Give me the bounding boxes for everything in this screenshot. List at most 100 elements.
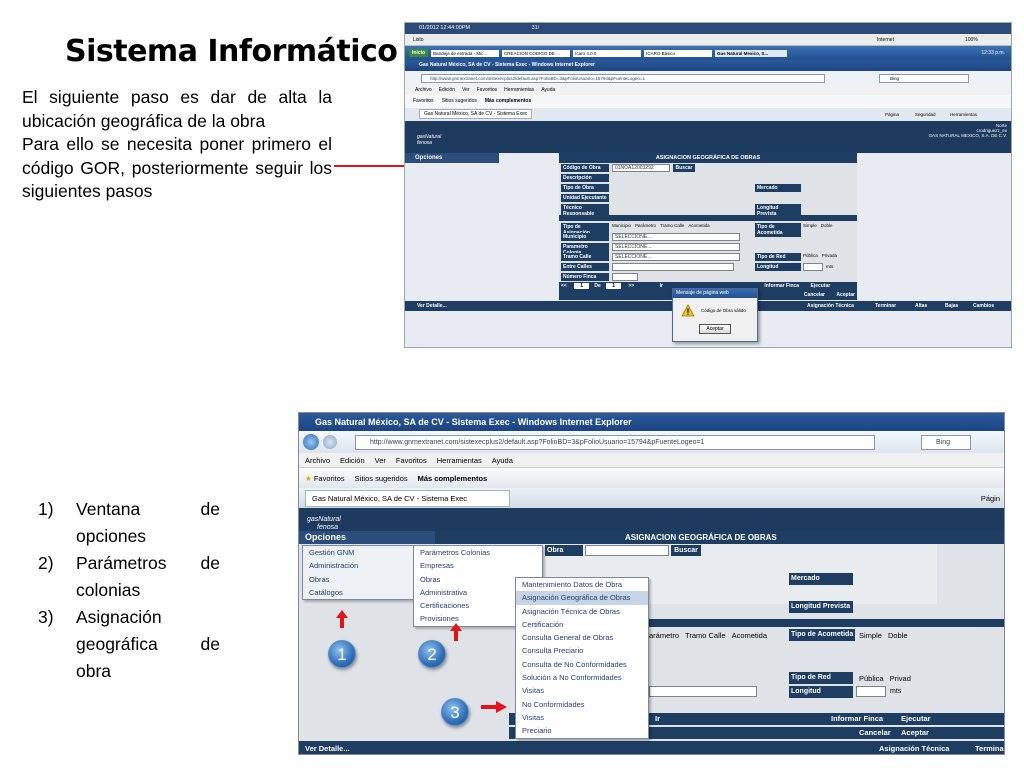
radio-simple[interactable]: Simple bbox=[803, 223, 817, 228]
ver-detalle-link[interactable]: Ver Detalle... bbox=[417, 303, 447, 309]
menu-item-preciario[interactable]: Preciario bbox=[516, 724, 648, 737]
buscar-button[interactable]: Buscar bbox=[673, 164, 695, 172]
suggested-sites[interactable]: Sitios sugeridos bbox=[355, 474, 408, 483]
options-header[interactable]: Opciones bbox=[299, 531, 435, 544]
codigo-input[interactable]: 01NOA12003292 bbox=[612, 164, 670, 172]
altas-button[interactable]: Altas bbox=[915, 301, 927, 311]
start-button[interactable]: Inicio bbox=[409, 49, 429, 57]
radio-doble[interactable]: Doble bbox=[821, 223, 833, 228]
menu-herramientas[interactable]: Herramientas bbox=[504, 85, 534, 95]
menu-item-mantenimiento[interactable]: Mantenimiento Datos de Obra bbox=[516, 578, 648, 591]
radio-acometida[interactable]: Acometida bbox=[732, 631, 767, 640]
menu-item-parametros-colonias[interactable]: Parámetros Colonias bbox=[414, 546, 542, 559]
aceptar-button[interactable]: Aceptar bbox=[901, 727, 929, 739]
menu-ver[interactable]: Ver bbox=[375, 456, 386, 465]
aceptar-button[interactable]: Aceptar bbox=[836, 292, 855, 298]
codigo-input[interactable] bbox=[585, 545, 669, 556]
menu-edicion[interactable]: Edición bbox=[340, 456, 365, 465]
address-bar[interactable]: http://www.gnmextranet.com/sistexecplus2… bbox=[355, 434, 875, 450]
terminar-button[interactable]: Terminar bbox=[875, 301, 896, 311]
pager-go[interactable]: Ir bbox=[655, 713, 660, 725]
taskbar-item[interactable]: ICARO Básico bbox=[644, 49, 713, 57]
pager-next[interactable]: >> bbox=[628, 283, 634, 289]
radio-simple[interactable]: Simple bbox=[859, 631, 882, 640]
taskbar-item[interactable]: Gas Natural Mexico, S... bbox=[715, 49, 788, 57]
favorites-button[interactable]: Favoritos bbox=[413, 95, 434, 108]
menu-ayuda[interactable]: Ayuda bbox=[492, 456, 513, 465]
menu-favoritos[interactable]: Favoritos bbox=[477, 85, 498, 95]
browser-tab[interactable]: Gas Natural México, SA de CV - Sistema E… bbox=[419, 109, 533, 119]
municipio-select[interactable]: SELECCIONE... bbox=[612, 233, 740, 241]
pager-go[interactable]: Ir bbox=[660, 283, 663, 289]
more-addons[interactable]: Más complementos bbox=[418, 474, 488, 483]
cancelar-button[interactable]: Cancelar bbox=[804, 292, 825, 298]
dialog-ok-button[interactable]: Aceptar bbox=[699, 324, 731, 334]
asignacion-tecnica-button[interactable]: Asignación Técnica bbox=[807, 301, 854, 311]
menu-ver[interactable]: Ver bbox=[462, 85, 470, 95]
menu-edicion[interactable]: Edición bbox=[439, 85, 455, 95]
browser-tab[interactable]: Gas Natural México, SA de CV - Sistema E… bbox=[305, 489, 510, 507]
menu-item-no-conformidades[interactable]: No Conformidades bbox=[516, 698, 648, 711]
menu-item-empresas[interactable]: Empresas bbox=[414, 559, 542, 572]
longitud-input[interactable] bbox=[856, 686, 886, 697]
menu-item-obras[interactable]: Obras bbox=[303, 573, 431, 586]
security-menu[interactable]: Seguridad bbox=[915, 108, 936, 121]
menu-herramientas[interactable]: Herramientas bbox=[437, 456, 482, 465]
page-menu[interactable]: Página bbox=[885, 108, 899, 121]
menu-item-visitas[interactable]: Visitas bbox=[516, 711, 648, 724]
radio-acometida[interactable]: Acometida bbox=[688, 223, 709, 228]
menu-item-consulta-general[interactable]: Consulta General de Obras bbox=[516, 631, 648, 644]
pager-prev[interactable]: << bbox=[561, 283, 567, 289]
pager-page[interactable]: 1 bbox=[574, 283, 590, 289]
address-bar[interactable]: http://www.gnmextranet.com/sistexecplus2… bbox=[421, 73, 825, 83]
informar-finca-button[interactable]: Informar Finca bbox=[831, 713, 883, 725]
menu-item-administracion[interactable]: Administración bbox=[303, 559, 431, 572]
terminar-button[interactable]: Terminar bbox=[975, 741, 1004, 754]
radio-privada[interactable]: Privada bbox=[822, 253, 837, 258]
tools-menu[interactable]: Herramientas bbox=[950, 108, 977, 121]
forward-icon[interactable] bbox=[323, 435, 337, 449]
bajas-button[interactable]: Bajas bbox=[945, 301, 958, 311]
longitud-input[interactable] bbox=[803, 263, 823, 271]
suggested-sites[interactable]: Sitios sugeridos bbox=[442, 95, 477, 108]
menu-item-gestion[interactable]: Gestión GNM bbox=[303, 546, 431, 559]
cambios-button[interactable]: Cambios bbox=[973, 301, 994, 311]
entre-calles-input[interactable] bbox=[649, 686, 757, 697]
radio-publica[interactable]: Pública bbox=[803, 253, 818, 258]
menu-item-solucion-no-conformidades[interactable]: Solución a No Conformidades bbox=[516, 671, 648, 684]
taskbar-item[interactable]: Bandeja de entrada - Mic... bbox=[431, 49, 500, 57]
numero-finca-input[interactable] bbox=[612, 273, 638, 281]
page-menu[interactable]: Págin bbox=[981, 494, 1000, 503]
favorites-button[interactable]: ★ Favoritos bbox=[305, 474, 345, 483]
radio-privada[interactable]: Privad bbox=[890, 674, 911, 683]
menu-item-asignacion-geografica[interactable]: Asignación Geográfica de Obras bbox=[516, 591, 648, 605]
menu-archivo[interactable]: Archivo bbox=[305, 456, 330, 465]
ver-detalle-link[interactable]: Ver Detalle... bbox=[305, 741, 350, 754]
radio-parametro[interactable]: Parámetro bbox=[635, 223, 656, 228]
radio-doble[interactable]: Doble bbox=[888, 631, 908, 640]
radio-municipio[interactable]: Municipio bbox=[612, 223, 631, 228]
menu-favoritos[interactable]: Favoritos bbox=[396, 456, 427, 465]
search-box[interactable]: Bing bbox=[879, 73, 969, 83]
entre-calles-input[interactable] bbox=[612, 263, 734, 271]
menu-item-consulta-no-conformidades[interactable]: Consulta de No Conformidades bbox=[516, 658, 648, 671]
cancelar-button[interactable]: Cancelar bbox=[859, 727, 891, 739]
radio-tramo[interactable]: Tramo Calle bbox=[685, 631, 726, 640]
search-box[interactable]: Bing bbox=[921, 434, 971, 450]
radio-tramo[interactable]: Tramo Calle bbox=[660, 223, 684, 228]
radio-publica[interactable]: Pública bbox=[859, 674, 884, 683]
menu-item-catalogos[interactable]: Catálogos bbox=[303, 586, 431, 599]
taskbar-item[interactable]: CREACION CODIGO DE ... bbox=[502, 49, 571, 57]
ejecutar-button[interactable]: Ejecutar bbox=[901, 713, 931, 725]
menu-ayuda[interactable]: Ayuda bbox=[541, 85, 555, 95]
menu-item-certificacion[interactable]: Certificación bbox=[516, 618, 648, 631]
buscar-button[interactable]: Buscar bbox=[671, 545, 701, 556]
parametro-select[interactable]: SELECCIONE... bbox=[612, 243, 740, 251]
options-header[interactable]: Opciones bbox=[405, 153, 499, 163]
tramo-select[interactable]: SELECCIONE... bbox=[612, 253, 740, 261]
informar-finca-button[interactable]: Informar Finca bbox=[764, 283, 799, 289]
menu-item-consulta-preciario[interactable]: Consulta Preciario bbox=[516, 644, 648, 657]
menu-item-visitas[interactable]: Visitas bbox=[516, 684, 648, 697]
menu-item-asignacion-tecnica[interactable]: Asignación Técnica de Obras bbox=[516, 605, 648, 618]
ejecutar-button[interactable]: Ejecutar bbox=[810, 283, 830, 289]
